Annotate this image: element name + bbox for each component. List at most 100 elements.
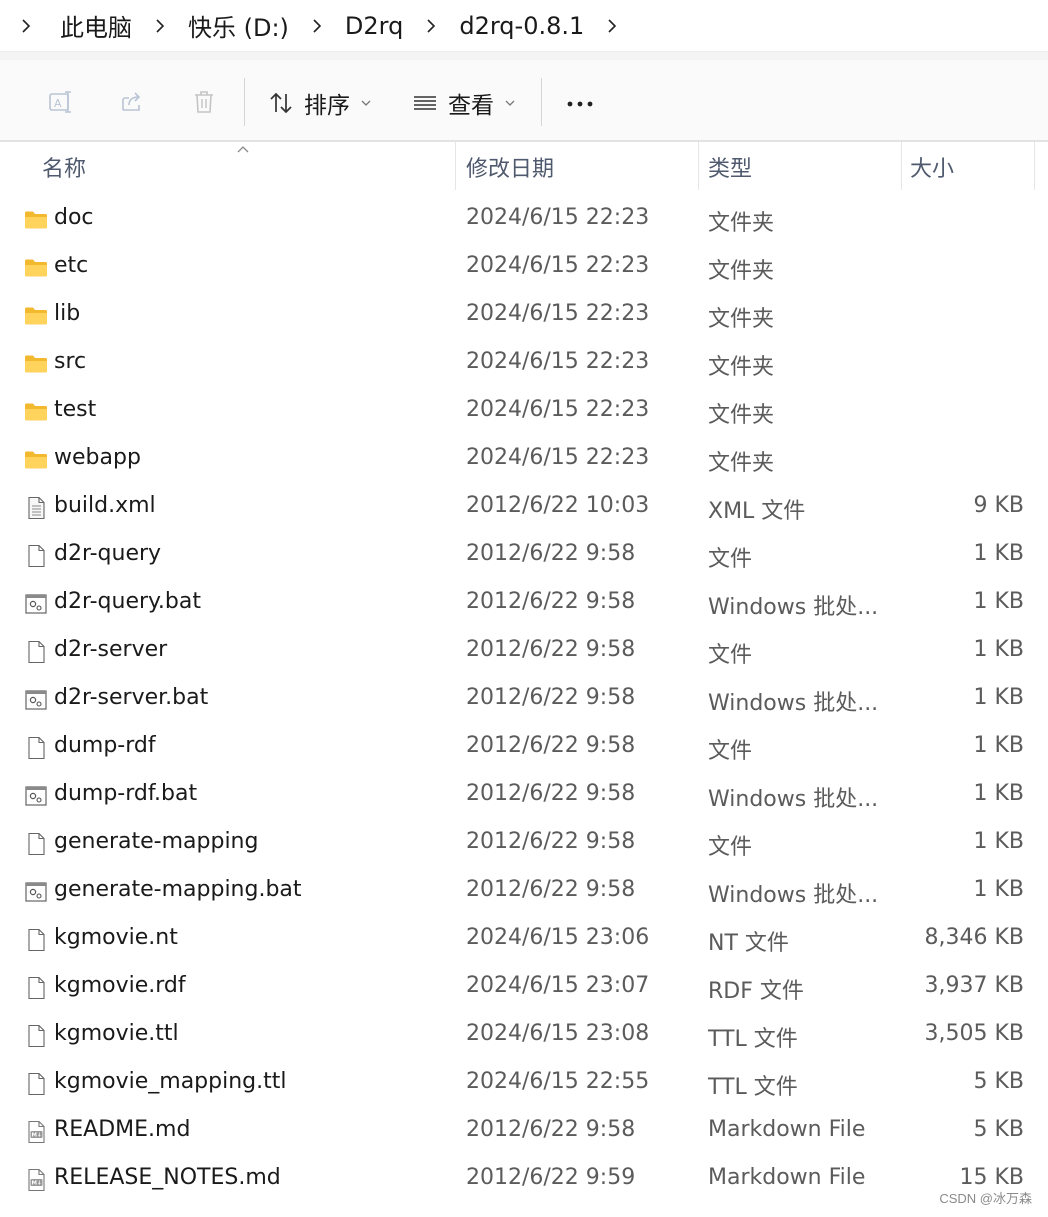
file-size: 5 KB <box>973 1069 1024 1094</box>
file-row[interactable]: test 2024/6/15 22:23 文件夹 <box>0 388 1048 436</box>
share-icon[interactable] <box>116 86 148 118</box>
file-row[interactable]: d2r-server.bat 2012/6/22 9:58 Windows 批处..… <box>0 676 1048 724</box>
file-name: d2r-server <box>54 637 168 662</box>
batch-file-icon <box>24 784 48 808</box>
blank-file-icon <box>24 736 48 760</box>
chevron-right-icon[interactable] <box>309 18 325 34</box>
batch-file-icon <box>24 688 48 712</box>
file-type: Markdown File <box>708 1165 866 1190</box>
svg-text:M↓: M↓ <box>32 1180 42 1187</box>
file-row[interactable]: dump-rdf.bat 2012/6/22 9:58 Windows 批处... 1… <box>0 772 1048 820</box>
svg-text:M↓: M↓ <box>32 1132 42 1139</box>
file-size: 1 KB <box>973 877 1024 902</box>
column-separator[interactable] <box>455 142 456 190</box>
column-separator[interactable] <box>1034 142 1035 190</box>
file-row[interactable]: build.xml 2012/6/22 10:03 XML 文件 9 KB <box>0 484 1048 532</box>
file-size: 1 KB <box>973 589 1024 614</box>
sort-button[interactable]: 排序 <box>268 84 372 122</box>
column-separator[interactable] <box>901 142 902 190</box>
file-type: 文件夹 <box>708 403 775 428</box>
folder-icon <box>24 304 48 328</box>
file-modified-date: 2012/6/22 9:58 <box>466 541 636 566</box>
more-options-icon[interactable] <box>564 88 596 120</box>
file-row[interactable]: lib 2024/6/15 22:23 文件夹 <box>0 292 1048 340</box>
breadcrumb-drive-d[interactable]: 快乐 (D:) <box>188 8 289 43</box>
file-size: 9 KB <box>973 493 1024 518</box>
file-row[interactable]: webapp 2024/6/15 22:23 文件夹 <box>0 436 1048 484</box>
file-size: 8,346 KB <box>924 925 1025 950</box>
sort-ascending-icon <box>237 146 249 153</box>
blank-file-icon <box>24 976 48 1000</box>
file-size: 1 KB <box>973 637 1024 662</box>
file-size: 1 KB <box>973 781 1024 806</box>
file-modified-date: 2024/6/15 22:23 <box>466 445 650 470</box>
column-name[interactable]: 名称 <box>42 142 86 192</box>
file-type: 文件夹 <box>708 307 775 332</box>
batch-file-icon <box>24 592 48 616</box>
file-row[interactable]: M↓ RELEASE_NOTES.md 2012/6/22 9:59 Markdown… <box>0 1156 1048 1204</box>
file-row[interactable]: d2r-query 2012/6/22 9:58 文件 1 KB <box>0 532 1048 580</box>
breadcrumb-this-pc[interactable]: 此电脑 <box>60 8 132 43</box>
breadcrumb-d2rq-0-8-1[interactable]: d2rq-0.8.1 <box>459 12 584 40</box>
file-row[interactable]: M↓ README.md 2012/6/22 9:58 Markdown File 5 … <box>0 1108 1048 1156</box>
file-row[interactable]: kgmovie_mapping.ttl 2024/6/15 22:55 TTL 文件… <box>0 1060 1048 1108</box>
file-type: TTL 文件 <box>708 1075 798 1100</box>
markdown-file-icon: M↓ <box>24 1120 48 1144</box>
file-row[interactable]: src 2024/6/15 22:23 文件夹 <box>0 340 1048 388</box>
file-modified-date: 2012/6/22 9:58 <box>466 733 636 758</box>
file-row[interactable]: dump-rdf 2012/6/22 9:58 文件 1 KB <box>0 724 1048 772</box>
view-label: 查看 <box>448 93 494 119</box>
column-size[interactable]: 大小 <box>910 142 954 192</box>
file-row[interactable]: kgmovie.rdf 2024/6/15 23:07 RDF 文件 3,937 KB <box>0 964 1048 1012</box>
file-row[interactable]: generate-mapping.bat 2012/6/22 9:58 Window… <box>0 868 1048 916</box>
file-modified-date: 2024/6/15 22:23 <box>466 301 650 326</box>
blank-file-icon <box>24 1072 48 1096</box>
address-bar[interactable]: 此电脑 快乐 (D:) D2rq d2rq-0.8.1 <box>0 0 1048 52</box>
command-bar: A 排序 查看 <box>0 60 1048 142</box>
file-name: test <box>54 397 97 422</box>
chevron-right-icon[interactable] <box>604 18 620 34</box>
file-row[interactable]: d2r-query.bat 2012/6/22 9:58 Windows 批处...… <box>0 580 1048 628</box>
file-modified-date: 2024/6/15 23:06 <box>466 925 650 950</box>
file-type: RDF 文件 <box>708 979 804 1004</box>
file-size: 1 KB <box>973 829 1024 854</box>
file-name: d2r-server.bat <box>54 685 209 710</box>
file-type: 文件 <box>708 739 753 764</box>
file-row[interactable]: kgmovie.ttl 2024/6/15 23:08 TTL 文件 3,505 KB <box>0 1012 1048 1060</box>
file-modified-date: 2024/6/15 22:23 <box>466 397 650 422</box>
file-row[interactable]: doc 2024/6/15 22:23 文件夹 <box>0 196 1048 244</box>
column-date[interactable]: 修改日期 <box>466 142 554 192</box>
file-row[interactable]: d2r-server 2012/6/22 9:58 文件 1 KB <box>0 628 1048 676</box>
column-separator[interactable] <box>698 142 699 190</box>
chevron-down-icon <box>504 97 516 109</box>
file-row[interactable]: kgmovie.nt 2024/6/15 23:06 NT 文件 8,346 KB <box>0 916 1048 964</box>
file-row[interactable]: etc 2024/6/15 22:23 文件夹 <box>0 244 1048 292</box>
file-row[interactable]: generate-mapping 2012/6/22 9:58 文件 1 KB <box>0 820 1048 868</box>
file-type: 文件 <box>708 547 753 572</box>
file-name: d2r-query <box>54 541 162 566</box>
file-modified-date: 2012/6/22 9:58 <box>466 781 636 806</box>
file-modified-date: 2012/6/22 9:58 <box>466 637 636 662</box>
file-modified-date: 2012/6/22 9:59 <box>466 1165 636 1190</box>
file-type: Windows 批处... <box>708 595 879 620</box>
file-modified-date: 2012/6/22 9:58 <box>466 589 636 614</box>
file-explorer-window: 此电脑 快乐 (D:) D2rq d2rq-0.8.1 A 排序 查看 名称 修… <box>0 0 1048 1217</box>
chevron-right-icon[interactable] <box>423 18 439 34</box>
rename-icon[interactable]: A <box>44 86 76 118</box>
file-name: doc <box>54 205 94 230</box>
breadcrumb-d2rq[interactable]: D2rq <box>345 12 403 40</box>
view-button[interactable]: 查看 <box>412 84 516 122</box>
file-type: Windows 批处... <box>708 883 879 908</box>
file-type: 文件夹 <box>708 451 775 476</box>
svg-text:A: A <box>54 97 62 110</box>
delete-icon[interactable] <box>188 86 220 118</box>
chevron-right-icon[interactable] <box>152 18 168 34</box>
file-modified-date: 2024/6/15 22:23 <box>466 253 650 278</box>
file-name: kgmovie.rdf <box>54 973 186 998</box>
column-type[interactable]: 类型 <box>708 142 752 192</box>
blank-file-icon <box>24 640 48 664</box>
file-name: README.md <box>54 1117 191 1142</box>
chevron-right-icon[interactable] <box>18 18 34 34</box>
toolbar-divider <box>244 78 245 126</box>
watermark: CSDN @冰万森 <box>939 1191 1032 1206</box>
